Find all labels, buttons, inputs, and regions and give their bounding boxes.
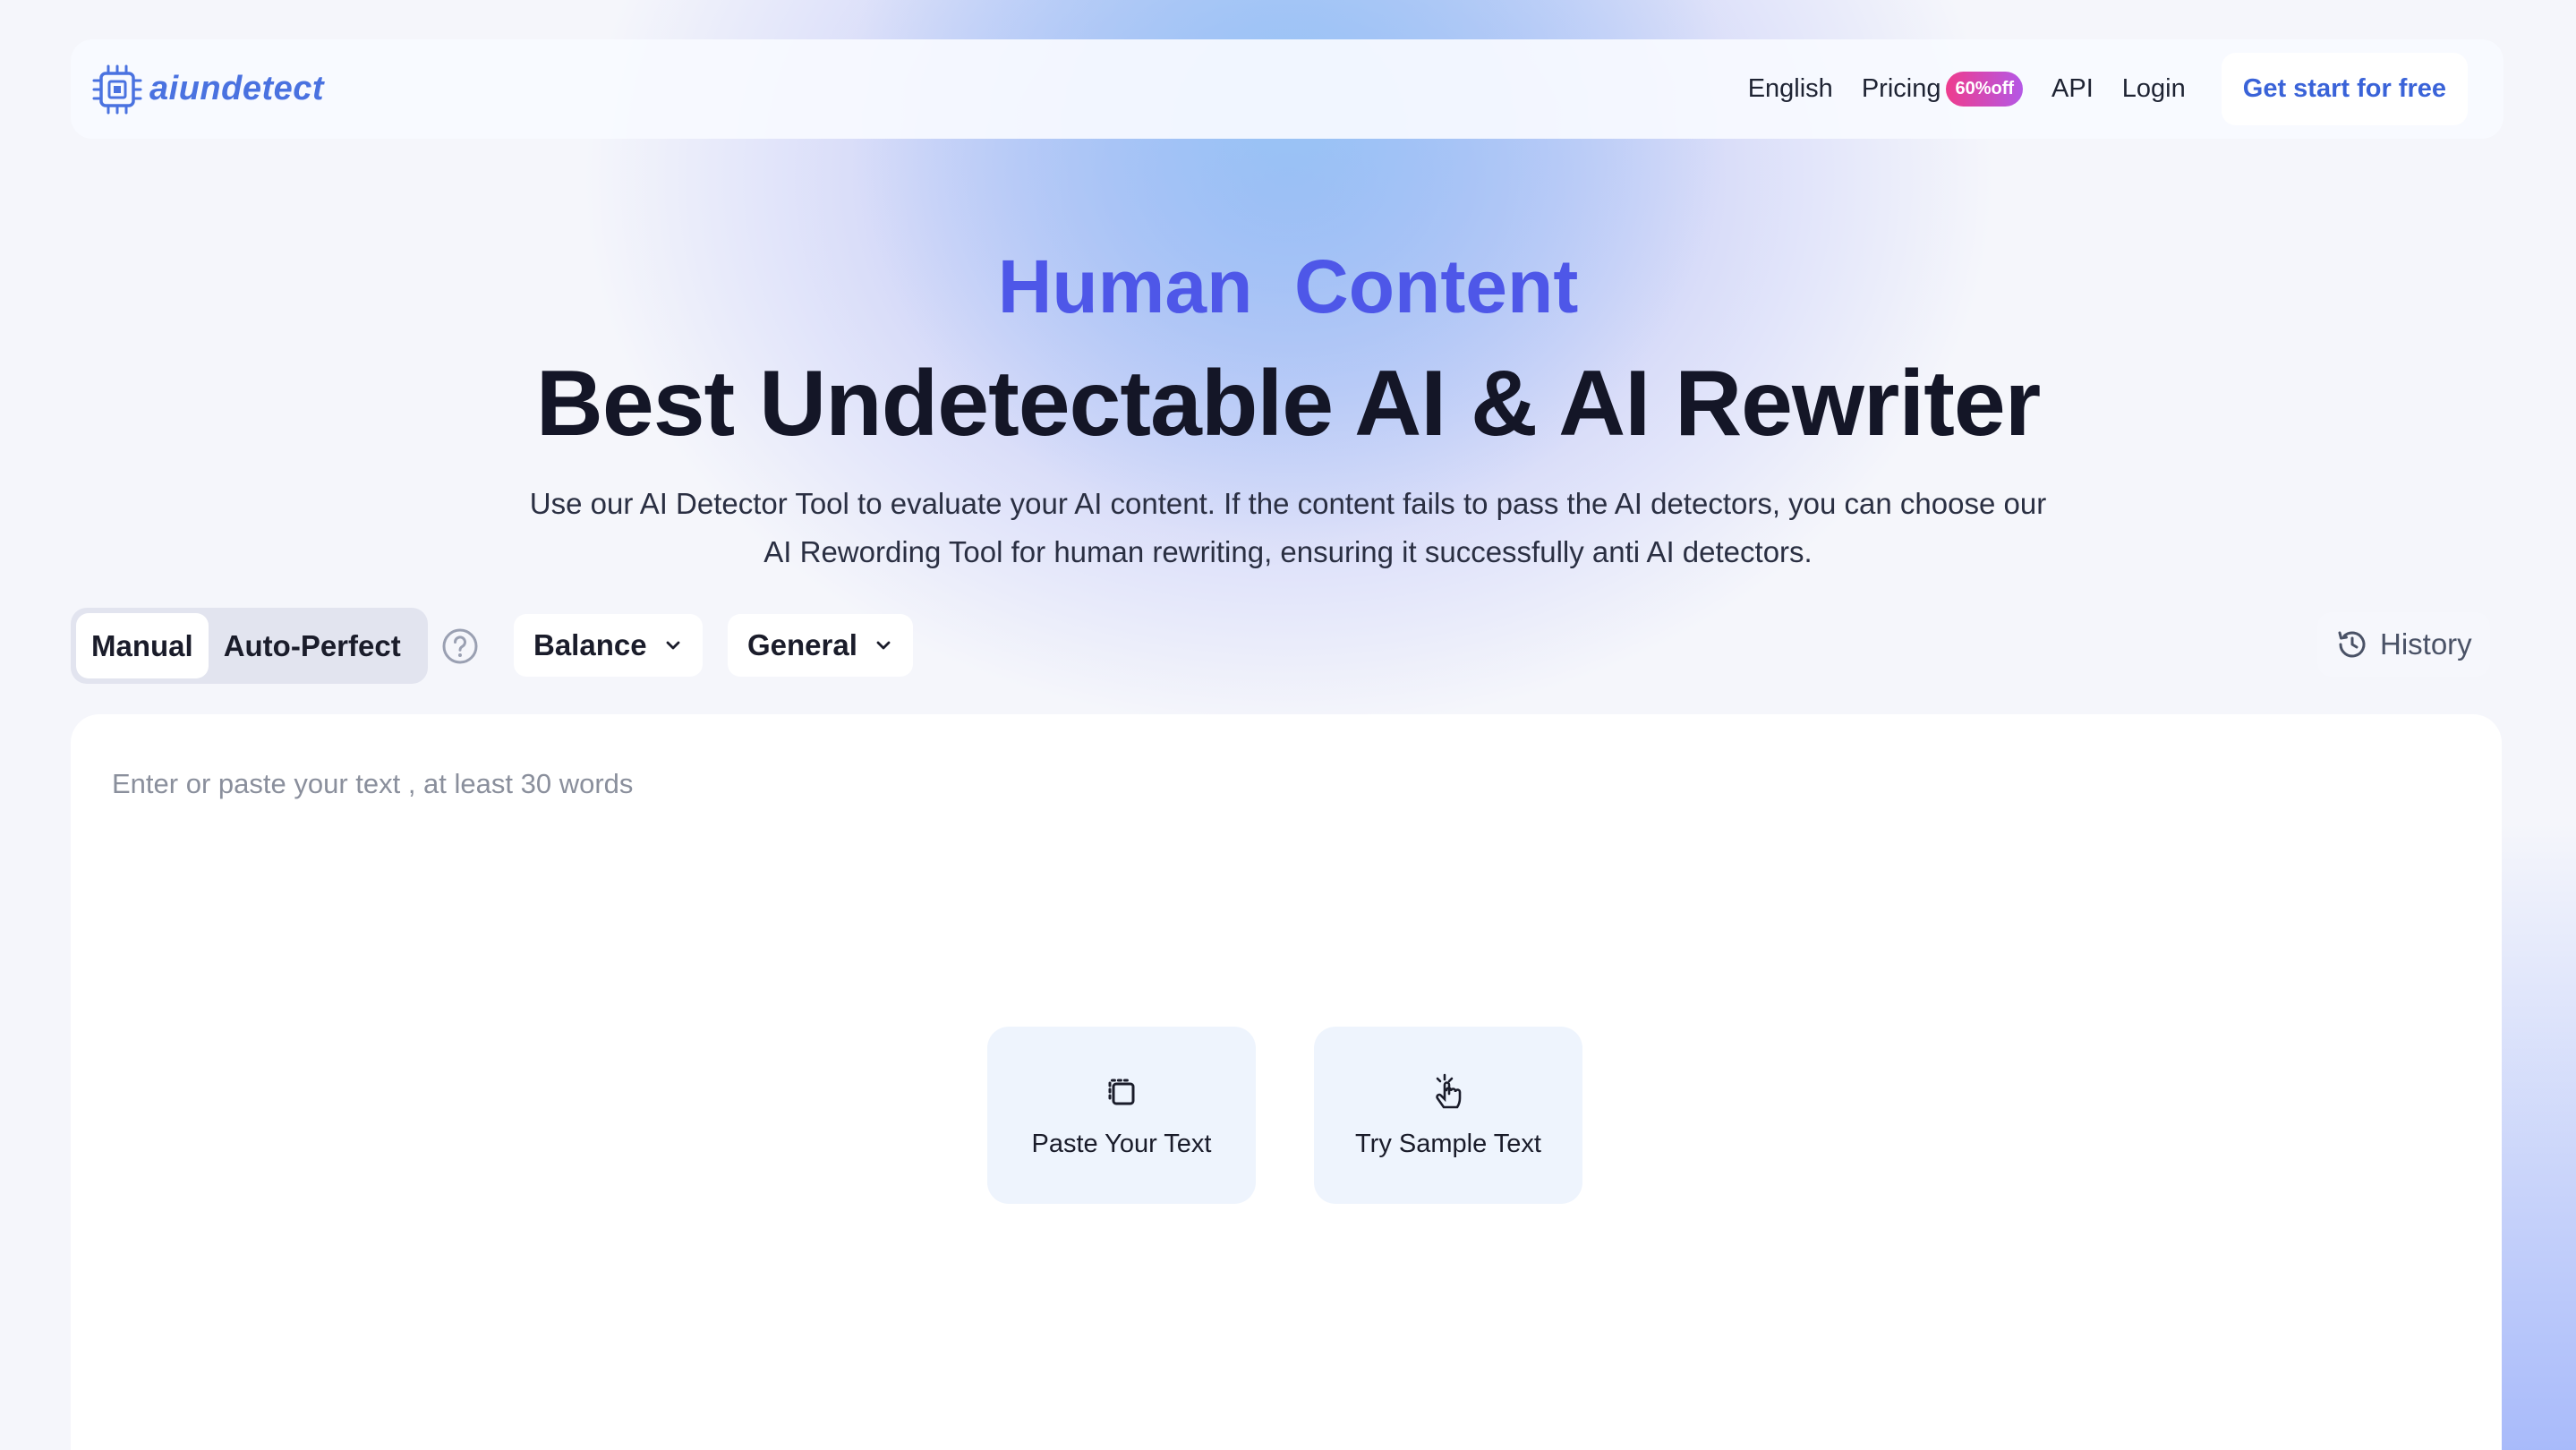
login-link[interactable]: Login (2122, 74, 2186, 104)
logo[interactable]: aiundetect (90, 63, 324, 116)
history-button[interactable]: History (2317, 612, 2490, 677)
tap-hand-icon (1436, 1073, 1462, 1108)
paste-text-button[interactable]: Paste Your Text (987, 1027, 1256, 1204)
nav-links: English Pricing 60%off API Login Get sta… (1748, 53, 2468, 125)
try-sample-label: Try Sample Text (1355, 1129, 1541, 1158)
language-selector[interactable]: English (1748, 74, 1833, 104)
mode-auto-perfect-button[interactable]: Auto-Perfect (209, 613, 416, 678)
text-editor-card: Paste Your Text Try Sample Text (71, 714, 2502, 1450)
top-navbar: aiundetect English Pricing 60%off API Lo… (71, 39, 2503, 139)
hero-description: Use our AI Detector Tool to evaluate you… (529, 487, 2047, 568)
logo-text: aiundetect (149, 70, 325, 107)
question-circle-icon[interactable] (441, 627, 479, 665)
api-link[interactable]: API (2051, 74, 2094, 104)
chip-icon (92, 64, 142, 114)
pricing-label: Pricing (1861, 74, 1941, 103)
paste-text-label: Paste Your Text (1031, 1129, 1212, 1158)
strength-value: Balance (533, 628, 647, 661)
hero-subtitle: Human Content (997, 244, 1579, 328)
chevron-down-icon (666, 641, 679, 650)
discount-badge: 60%off (1946, 72, 2024, 107)
pricing-link[interactable]: Pricing 60%off (1861, 72, 2024, 107)
history-label: History (2380, 627, 2472, 661)
text-input[interactable] (112, 757, 2439, 811)
mode-toggle: Manual Auto-Perfect (71, 608, 428, 684)
get-started-button[interactable]: Get start for free (2221, 53, 2468, 125)
try-sample-button[interactable]: Try Sample Text (1314, 1027, 1582, 1204)
page-title: Best Undetectable AI & AI Rewriter (535, 352, 2041, 456)
strength-dropdown[interactable]: Balance (514, 614, 703, 677)
chevron-down-icon (876, 641, 891, 650)
history-clock-icon (2338, 631, 2366, 658)
paste-clipboard-icon (1108, 1079, 1135, 1105)
purpose-value: General (747, 628, 857, 661)
page: aiundetect English Pricing 60%off API Lo… (0, 0, 2576, 1450)
mode-manual-button[interactable]: Manual (76, 613, 209, 678)
purpose-dropdown[interactable]: General (728, 614, 913, 677)
